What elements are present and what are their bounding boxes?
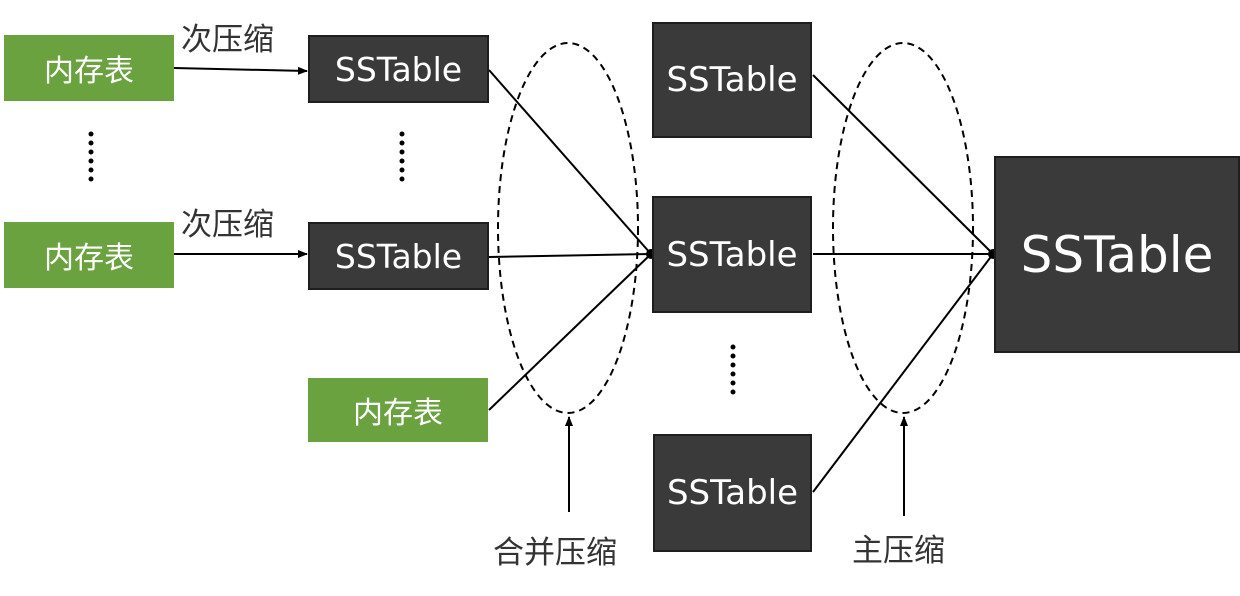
sstable-level0-1: SSTable bbox=[308, 35, 489, 103]
merge-compaction-ellipse bbox=[497, 42, 639, 414]
sstable-level1-bottom: SSTable bbox=[653, 434, 812, 552]
ellipsis-dots-level1 bbox=[730, 344, 736, 395]
sstable-level1-bottom-label: SSTable bbox=[666, 473, 799, 513]
memtable-2-label: 内存表 bbox=[44, 241, 134, 276]
minor-compaction-arrow-1 bbox=[173, 66, 308, 75]
major-line-from-top bbox=[812, 74, 994, 255]
memtable-1-label: 内存表 bbox=[44, 54, 134, 89]
merge-line-from-memtable-3 bbox=[488, 253, 652, 411]
sstable-level0-2-label: SSTable bbox=[334, 236, 463, 276]
major-compaction-label: 主压缩 bbox=[852, 533, 945, 569]
merge-compaction-label: 合并压缩 bbox=[493, 535, 617, 571]
lsm-compaction-diagram: 内存表 内存表 内存表 SSTable SSTable SSTable SSTa… bbox=[0, 0, 1240, 596]
sstable-level1-top-label: SSTable bbox=[666, 60, 798, 100]
memtable-3-label: 内存表 bbox=[353, 396, 443, 431]
memtable-2: 内存表 bbox=[4, 222, 174, 288]
memtable-1: 内存表 bbox=[4, 35, 174, 101]
merge-line-from-sstable-1 bbox=[488, 69, 652, 255]
sstable-major-label: SSTable bbox=[1020, 225, 1214, 284]
sstable-level0-2: SSTable bbox=[308, 222, 489, 290]
sstable-major: SSTable bbox=[994, 156, 1240, 353]
sstable-level1-mid-label: SSTable bbox=[666, 234, 798, 275]
minor-compaction-label-2: 次压缩 bbox=[181, 207, 274, 243]
sstable-level1-top: SSTable bbox=[652, 22, 812, 138]
minor-compaction-label-1: 次压缩 bbox=[181, 22, 274, 58]
sstable-level1-mid: SSTable bbox=[652, 196, 812, 313]
memtable-3: 内存表 bbox=[308, 378, 488, 442]
major-compaction-ellipse bbox=[832, 42, 974, 414]
ellipsis-dots-memtables bbox=[88, 131, 94, 182]
merge-line-from-sstable-2 bbox=[488, 253, 652, 258]
ellipsis-dots-level0 bbox=[399, 131, 405, 182]
sstable-level0-1-label: SSTable bbox=[334, 49, 463, 89]
